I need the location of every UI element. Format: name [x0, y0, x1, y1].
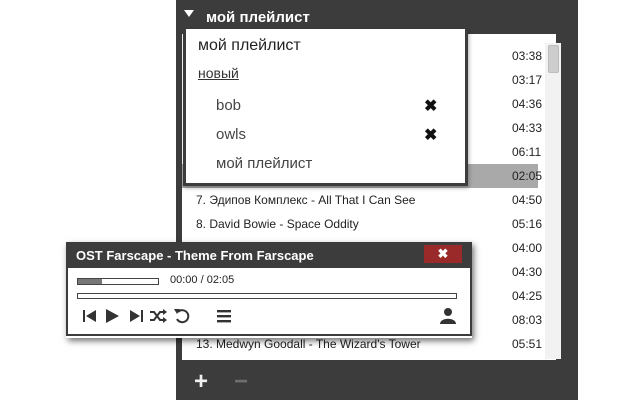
- previous-icon[interactable]: [80, 306, 100, 326]
- playlist-option[interactable]: owls ✖: [216, 123, 461, 147]
- delete-playlist-icon[interactable]: ✖: [424, 125, 437, 145]
- seek-bar[interactable]: [77, 293, 457, 299]
- time-display: 00:00 / 02:05: [170, 274, 235, 286]
- track-row[interactable]: 8. David Bowie - Space Oddity 05:16: [182, 212, 542, 236]
- new-playlist-link[interactable]: новый: [198, 65, 239, 81]
- playlist-option[interactable]: мой плейлист: [216, 152, 461, 176]
- repeat-icon[interactable]: [172, 306, 192, 326]
- caret-down-icon[interactable]: [184, 10, 194, 17]
- track-duration: 04:25: [512, 289, 543, 303]
- add-track-button[interactable]: +: [194, 368, 208, 396]
- playlist-footer: + −: [176, 360, 578, 400]
- playlist-option-name[interactable]: owls: [216, 126, 246, 143]
- track-duration: 04:30: [512, 265, 543, 279]
- playlist-dropdown: мой плейлист новый bob ✖ owls ✖ мой плей…: [183, 29, 468, 186]
- track-duration: 04:50: [512, 193, 543, 207]
- dropdown-current-playlist: мой плейлист: [198, 37, 301, 54]
- player-body: 00:00 / 02:05: [66, 268, 472, 336]
- track-duration: 04:33: [512, 121, 543, 135]
- track-title: 8. David Bowie - Space Oddity: [196, 217, 359, 231]
- track-duration: 04:36: [512, 97, 543, 111]
- now-playing-title: OST Farscape - Theme From Farscape: [76, 248, 314, 263]
- playlist-header-title[interactable]: мой плейлист: [206, 9, 310, 26]
- mini-player: OST Farscape - Theme From Farscape ✖ 00:…: [66, 242, 472, 338]
- track-duration: 08:03: [512, 313, 543, 327]
- track-list-scrollbar[interactable]: [545, 43, 561, 359]
- user-icon[interactable]: [438, 306, 458, 326]
- track-duration: 04:00: [512, 241, 543, 255]
- playlist-menu-icon[interactable]: [214, 306, 234, 326]
- playlist-option[interactable]: bob ✖: [216, 94, 461, 118]
- player-controls: [68, 306, 470, 330]
- track-title: 7. Эдипов Комплекс - All That I Can See: [196, 193, 416, 207]
- close-player-button[interactable]: ✖: [424, 245, 462, 263]
- track-duration: 06:11: [512, 145, 542, 159]
- player-title-bar[interactable]: OST Farscape - Theme From Farscape ✖: [66, 242, 472, 268]
- volume-bar[interactable]: [77, 278, 159, 285]
- delete-playlist-icon[interactable]: ✖: [424, 96, 437, 116]
- track-duration: 05:51: [512, 337, 543, 351]
- playlist-option-name[interactable]: bob: [216, 97, 241, 114]
- track-row[interactable]: 7. Эдипов Комплекс - All That I Can See …: [182, 188, 542, 212]
- remove-track-button[interactable]: −: [234, 368, 248, 396]
- track-title: 13. Medwyn Goodall - The Wizard's Tower: [196, 337, 421, 351]
- scrollbar-thumb[interactable]: [548, 45, 559, 73]
- playlist-option-name[interactable]: мой плейлист: [216, 155, 312, 172]
- track-duration: 03:38: [512, 49, 543, 63]
- volume-bar-fill: [78, 279, 102, 284]
- shuffle-icon[interactable]: [148, 306, 168, 326]
- track-duration: 03:17: [512, 73, 543, 87]
- play-icon[interactable]: [102, 306, 122, 326]
- track-duration: 05:16: [512, 217, 543, 231]
- next-icon[interactable]: [126, 306, 146, 326]
- track-duration: 02:05: [512, 169, 543, 183]
